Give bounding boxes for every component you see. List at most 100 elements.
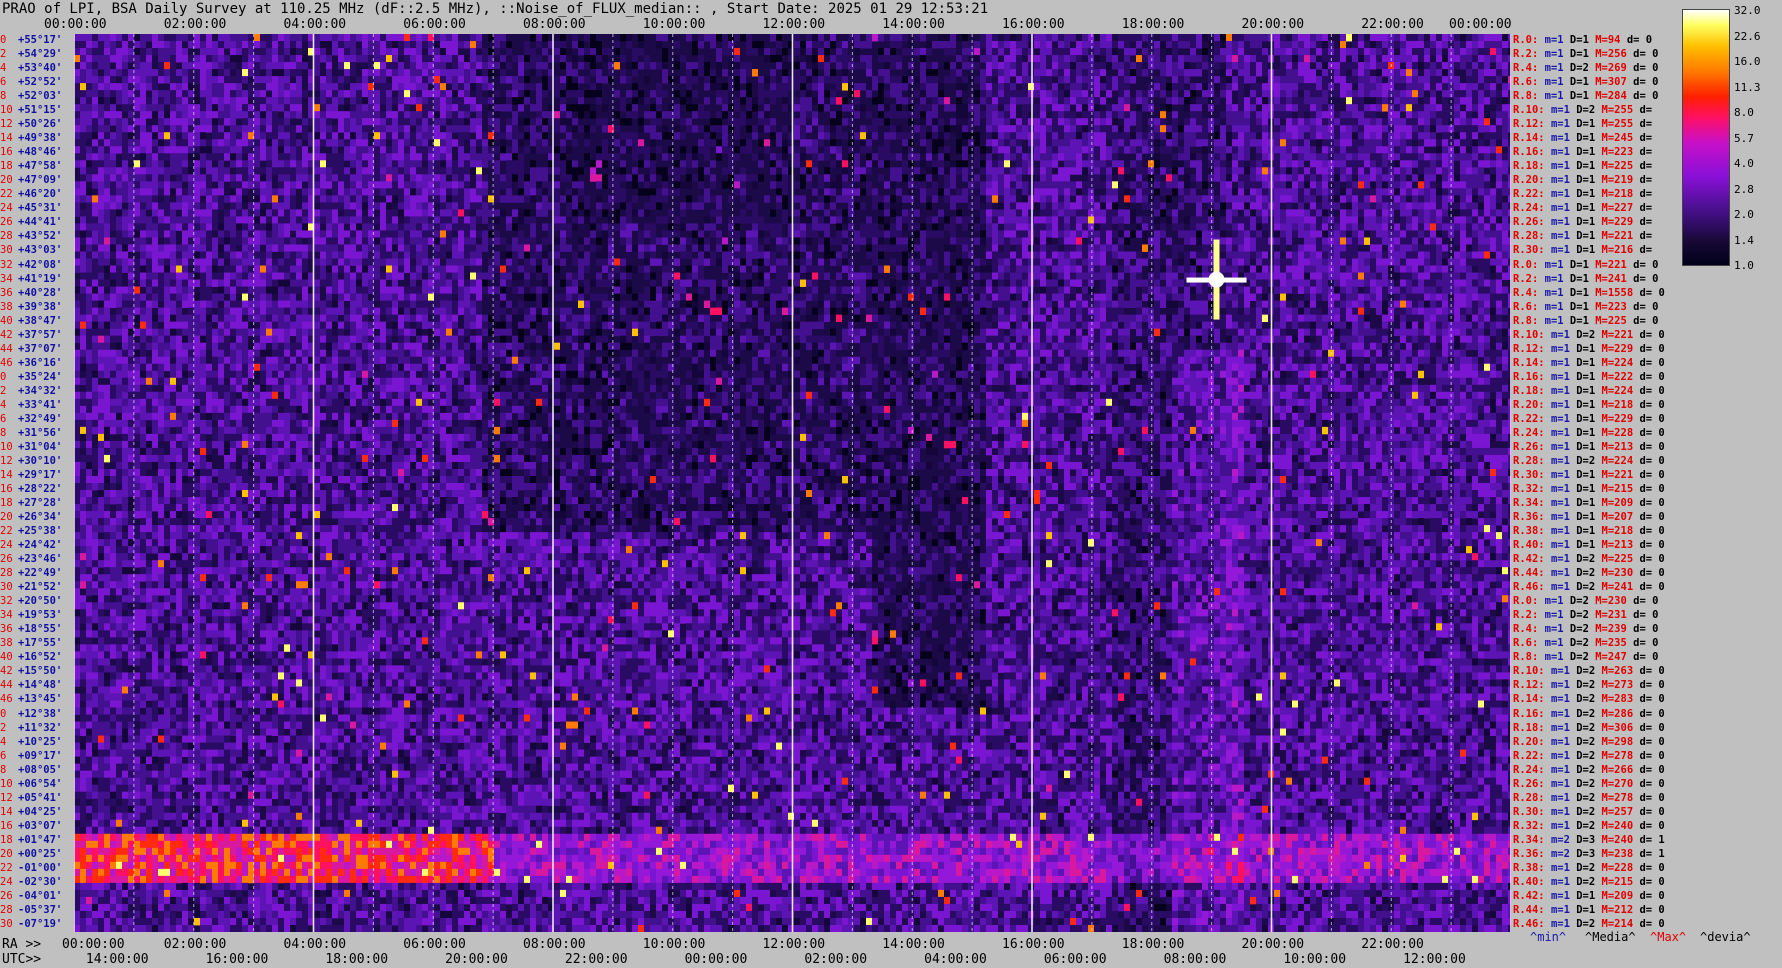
heatmap-cell [140, 174, 146, 182]
heatmap-cell [1004, 41, 1010, 49]
heatmap-cell [116, 202, 122, 210]
heatmap-cell [122, 195, 128, 203]
heatmap-cell [1202, 90, 1208, 98]
heatmap-cell [1298, 181, 1304, 189]
heatmap-cell [1070, 34, 1076, 42]
heatmap-cell [710, 125, 716, 133]
heatmap-cell [230, 181, 236, 189]
heatmap-cell [1058, 195, 1064, 203]
heatmap-cell [416, 118, 422, 126]
heatmap-cell [1028, 153, 1034, 161]
heatmap-cell [1064, 146, 1070, 154]
heatmap-cell [1334, 146, 1340, 154]
heatmap-cell [536, 202, 542, 210]
heatmap-cell [1412, 55, 1418, 63]
heatmap-cell [254, 41, 260, 49]
heatmap-cell [362, 34, 368, 42]
heatmap-cell [206, 97, 212, 105]
heatmap-cell [254, 188, 260, 196]
heatmap-cell [956, 55, 962, 63]
heatmap-cell [482, 76, 488, 84]
heatmap-cell [1304, 41, 1310, 49]
heatmap-cell [422, 188, 428, 196]
heatmap-cell [1274, 69, 1280, 77]
heatmap-cell [266, 118, 272, 126]
heatmap-cell [350, 62, 356, 70]
heatmap-cell [380, 69, 386, 77]
heatmap-cell [944, 41, 950, 49]
heatmap-cell [1292, 55, 1298, 63]
heatmap-cell [266, 139, 272, 147]
heatmap-cell [212, 195, 218, 203]
heatmap-cell [1316, 90, 1322, 98]
heatmap-cell [524, 97, 530, 105]
heatmap-cell [1190, 104, 1196, 112]
heatmap-cell [1340, 83, 1346, 91]
heatmap-cell [1022, 90, 1028, 98]
heatmap-cell [170, 97, 176, 105]
heatmap-cell [434, 125, 440, 133]
heatmap-cell [1310, 146, 1316, 154]
heatmap-cell [776, 195, 782, 203]
declination-row: 2 +54°29' [0, 48, 62, 60]
heatmap-cell [902, 160, 908, 168]
heatmap-cell [986, 118, 992, 126]
heatmap-cell [434, 111, 440, 119]
heatmap-cell [920, 76, 926, 84]
heatmap-cell [356, 195, 362, 203]
heatmap-cell [1100, 76, 1106, 84]
heatmap-cell [572, 90, 578, 98]
heatmap-cell [632, 132, 638, 140]
heatmap-cell [74, 104, 80, 112]
heatmap-cell [140, 195, 146, 203]
heatmap-cell [1028, 48, 1034, 56]
heatmap-cell [1454, 41, 1460, 49]
heatmap-cell [866, 41, 872, 49]
heatmap-cell [458, 55, 464, 63]
heatmap-cell [434, 153, 440, 161]
heatmap-cell [152, 167, 158, 175]
heatmap-cell [1352, 132, 1358, 140]
heatmap-cell [920, 118, 926, 126]
heatmap-cell [1094, 90, 1100, 98]
heatmap-cell [140, 132, 146, 140]
declination-row: 38 +17°55' [0, 637, 62, 649]
heatmap-cell [542, 132, 548, 140]
heatmap-cell [278, 181, 284, 189]
heatmap-cell [818, 34, 824, 42]
heatmap-cell [1310, 48, 1316, 56]
heatmap-cell [1484, 188, 1490, 196]
heatmap-cell [1010, 167, 1016, 175]
heatmap-cell [386, 97, 392, 105]
heatmap-cell [362, 146, 368, 154]
declination-value: -05°37' [18, 904, 62, 916]
heatmap-cell [176, 202, 182, 210]
heatmap-cell [1472, 83, 1478, 91]
heatmap-cell [272, 202, 278, 210]
heatmap-cell [1412, 125, 1418, 133]
heatmap-cell [1184, 174, 1190, 182]
heatmap-cell [1244, 97, 1250, 105]
heatmap-cell [926, 167, 932, 175]
heatmap-cell [104, 41, 110, 49]
heatmap-cell [416, 153, 422, 161]
heatmap-cell [1190, 132, 1196, 140]
heatmap-cell [362, 160, 368, 168]
heatmap-cell [248, 69, 254, 77]
heatmap-cell [410, 139, 416, 147]
heatmap-cell [1016, 97, 1022, 105]
heatmap-cell [362, 174, 368, 182]
heatmap-cell [920, 97, 926, 105]
heatmap-cell [470, 202, 476, 210]
heatmap-cell [482, 188, 488, 196]
heatmap-cell [1478, 41, 1484, 49]
heatmap-cell [1490, 97, 1496, 105]
heatmap-cell [740, 97, 746, 105]
heatmap-cell [140, 90, 146, 98]
heatmap-cell [734, 97, 740, 105]
heatmap-cell [1064, 132, 1070, 140]
heatmap-cell [1424, 118, 1430, 126]
heatmap-cell [1046, 90, 1052, 98]
heatmap-cell [122, 97, 128, 105]
heatmap-cell [752, 153, 758, 161]
